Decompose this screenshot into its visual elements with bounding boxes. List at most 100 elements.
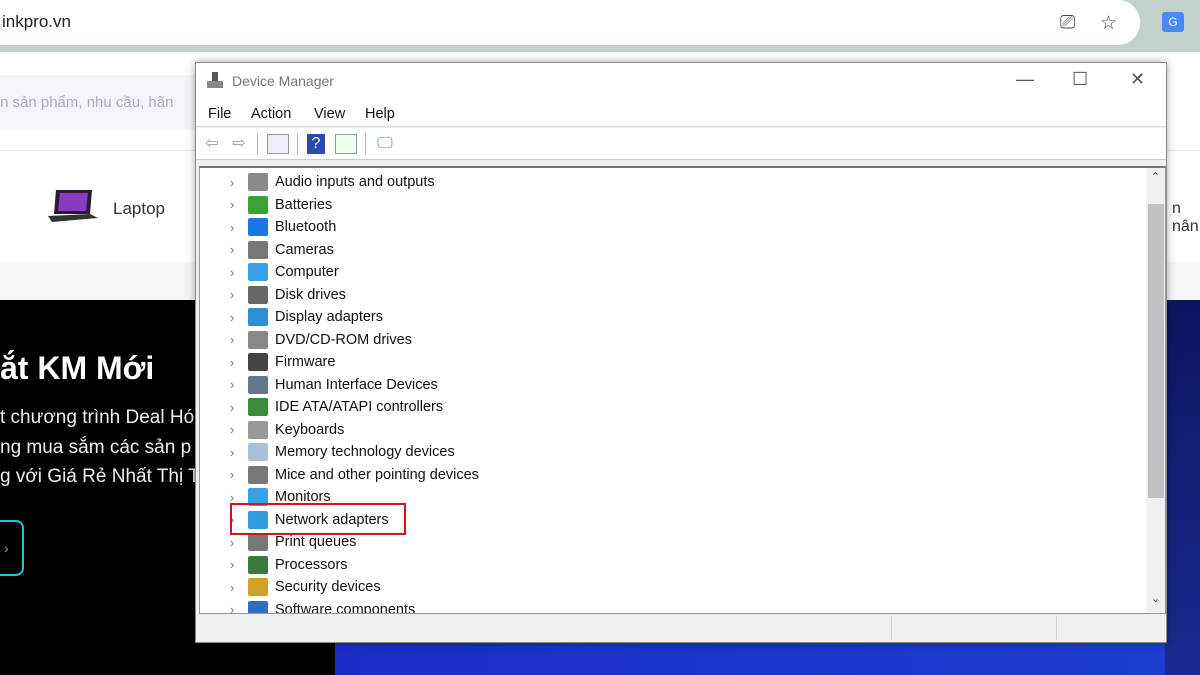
star-icon[interactable]: ☆: [1100, 12, 1117, 35]
banner-graphic-right: [1165, 300, 1200, 675]
tree-item-label: Human Interface Devices: [275, 376, 438, 393]
scan-hardware-icon[interactable]: 🖵: [374, 134, 396, 154]
tree-item[interactable]: › Disk drives: [230, 284, 346, 306]
chevron-right-icon[interactable]: ›: [230, 580, 248, 595]
firmware-icon: [248, 353, 268, 371]
tree-item-label: Bluetooth: [275, 219, 337, 235]
tree-item-label: Software components: [275, 601, 416, 614]
install-app-icon[interactable]: ⎚: [1060, 12, 1075, 34]
menu-action[interactable]: Action: [251, 106, 291, 122]
chevron-right-icon[interactable]: ›: [230, 265, 248, 280]
memory-icon: [248, 443, 268, 461]
chevron-right-icon[interactable]: ›: [230, 602, 248, 613]
tree-item[interactable]: › Memory technology devices: [230, 441, 455, 463]
computer-icon: [248, 263, 268, 281]
tree-item-label: Processors: [275, 556, 348, 573]
chevron-right-icon[interactable]: ›: [230, 535, 248, 550]
mouse-icon: [248, 465, 268, 484]
menu-help[interactable]: Help: [365, 106, 395, 122]
banner-text: ng mua sắm các sản p: [0, 437, 192, 458]
tree-item[interactable]: › Batteries: [230, 194, 332, 216]
tree-item-label: Firmware: [275, 354, 336, 370]
scroll-up-icon[interactable]: ⌃: [1151, 170, 1160, 183]
chevron-right-icon[interactable]: ›: [230, 287, 248, 302]
tree-item[interactable]: › Human Interface Devices: [230, 374, 438, 396]
chevron-right-icon[interactable]: ›: [230, 422, 248, 437]
tree-item[interactable]: › IDE ATA/ATAPI controllers: [230, 396, 443, 418]
tree-item[interactable]: › Security devices: [230, 576, 381, 598]
category-laptop[interactable]: Laptop: [113, 199, 165, 219]
chevron-right-icon[interactable]: ›: [230, 242, 248, 257]
tree-item[interactable]: › DVD/CD-ROM drives: [230, 329, 412, 351]
menu-view[interactable]: View: [314, 106, 345, 122]
tree-item[interactable]: › Bluetooth: [230, 216, 336, 238]
scroll-down-icon[interactable]: ⌄: [1151, 592, 1160, 605]
status-divider: [1056, 616, 1057, 640]
tree-item[interactable]: › Cameras: [230, 239, 334, 261]
address-bar[interactable]: [0, 0, 1140, 45]
scrollbar-thumb[interactable]: [1148, 204, 1164, 498]
battery-icon: [248, 195, 268, 214]
update-driver-icon[interactable]: [335, 134, 357, 154]
dvd-drive-icon: [248, 330, 268, 349]
chevron-right-icon[interactable]: ›: [230, 197, 248, 212]
tree-item[interactable]: › Software components: [230, 599, 416, 614]
tree-item-label: Security devices: [275, 579, 381, 595]
tree-item-label: Keyboards: [275, 421, 345, 438]
highlight-box: [230, 503, 406, 535]
separator: [257, 133, 258, 155]
tree-item-label: Print queues: [275, 534, 357, 550]
tree-item[interactable]: › Display adapters: [230, 306, 383, 328]
chevron-right-icon[interactable]: ›: [230, 310, 248, 325]
device-manager-icon: [207, 72, 223, 88]
tree-item[interactable]: › Computer: [230, 261, 339, 283]
processor-icon: [248, 555, 268, 574]
category-right[interactable]: n nân: [1172, 200, 1200, 236]
banner-text: g với Giá Rẻ Nhất Thị T: [0, 466, 200, 487]
tree-item[interactable]: › Firmware: [230, 351, 335, 373]
tree-item-label: IDE ATA/ATAPI controllers: [275, 399, 444, 415]
help-icon[interactable]: ?: [307, 134, 325, 154]
chevron-right-icon[interactable]: ›: [230, 467, 248, 482]
tree-item[interactable]: › Keyboards: [230, 419, 344, 441]
back-icon[interactable]: ⇦: [201, 134, 223, 154]
close-button[interactable]: ✕: [1130, 69, 1145, 90]
separator: [365, 133, 366, 155]
tree-item-label: Display adapters: [275, 309, 383, 325]
maximize-button[interactable]: ☐: [1072, 69, 1088, 90]
device-tree: › Audio inputs and outputs › Batteries › Blue…: [199, 166, 1166, 614]
chevron-right-icon[interactable]: ›: [230, 355, 248, 370]
chevron-right-icon[interactable]: ›: [230, 557, 248, 572]
device-manager-window: Device Manager — ☐ ✕ File Action View He…: [195, 62, 1167, 643]
tree-item-label: Memory technology devices: [275, 444, 455, 460]
vertical-scrollbar[interactable]: ⌃ ⌄: [1146, 168, 1165, 612]
display-adapter-icon: [248, 308, 268, 326]
ide-controller-icon: [248, 398, 268, 416]
chevron-right-icon[interactable]: ›: [230, 400, 248, 415]
tree-item-label: Cameras: [275, 241, 334, 258]
tree-item[interactable]: › Audio inputs and outputs: [230, 171, 435, 193]
minimize-button[interactable]: —: [1016, 69, 1034, 90]
tree-item[interactable]: › Mice and other pointing devices: [230, 464, 479, 486]
chevron-right-icon[interactable]: ›: [230, 220, 248, 235]
separator: [297, 133, 298, 155]
chevron-right-icon[interactable]: ›: [230, 332, 248, 347]
tree-item-label: Mice and other pointing devices: [275, 466, 479, 483]
printer-icon: [248, 533, 268, 551]
tree-item-label: Batteries: [275, 196, 333, 213]
tree-item[interactable]: › Processors: [230, 554, 348, 576]
google-translate-icon[interactable]: G: [1162, 12, 1184, 32]
properties-icon[interactable]: [267, 134, 289, 154]
forward-icon[interactable]: ⇨: [228, 134, 250, 154]
banner-title: ắt KM Mới: [0, 350, 155, 386]
menu-file[interactable]: File: [208, 106, 231, 122]
status-bar: [196, 616, 1166, 642]
laptop-image[interactable]: [48, 188, 100, 222]
chevron-right-icon[interactable]: ›: [230, 175, 248, 190]
chevron-right-icon[interactable]: ›: [230, 445, 248, 460]
tree-item-label: Disk drives: [275, 286, 346, 303]
url-text[interactable]: inkpro.vn: [2, 12, 71, 32]
chevron-right-icon[interactable]: ›: [230, 377, 248, 392]
tree-item-label: DVD/CD-ROM drives: [275, 331, 412, 348]
banner-button[interactable]: ›: [0, 520, 24, 576]
